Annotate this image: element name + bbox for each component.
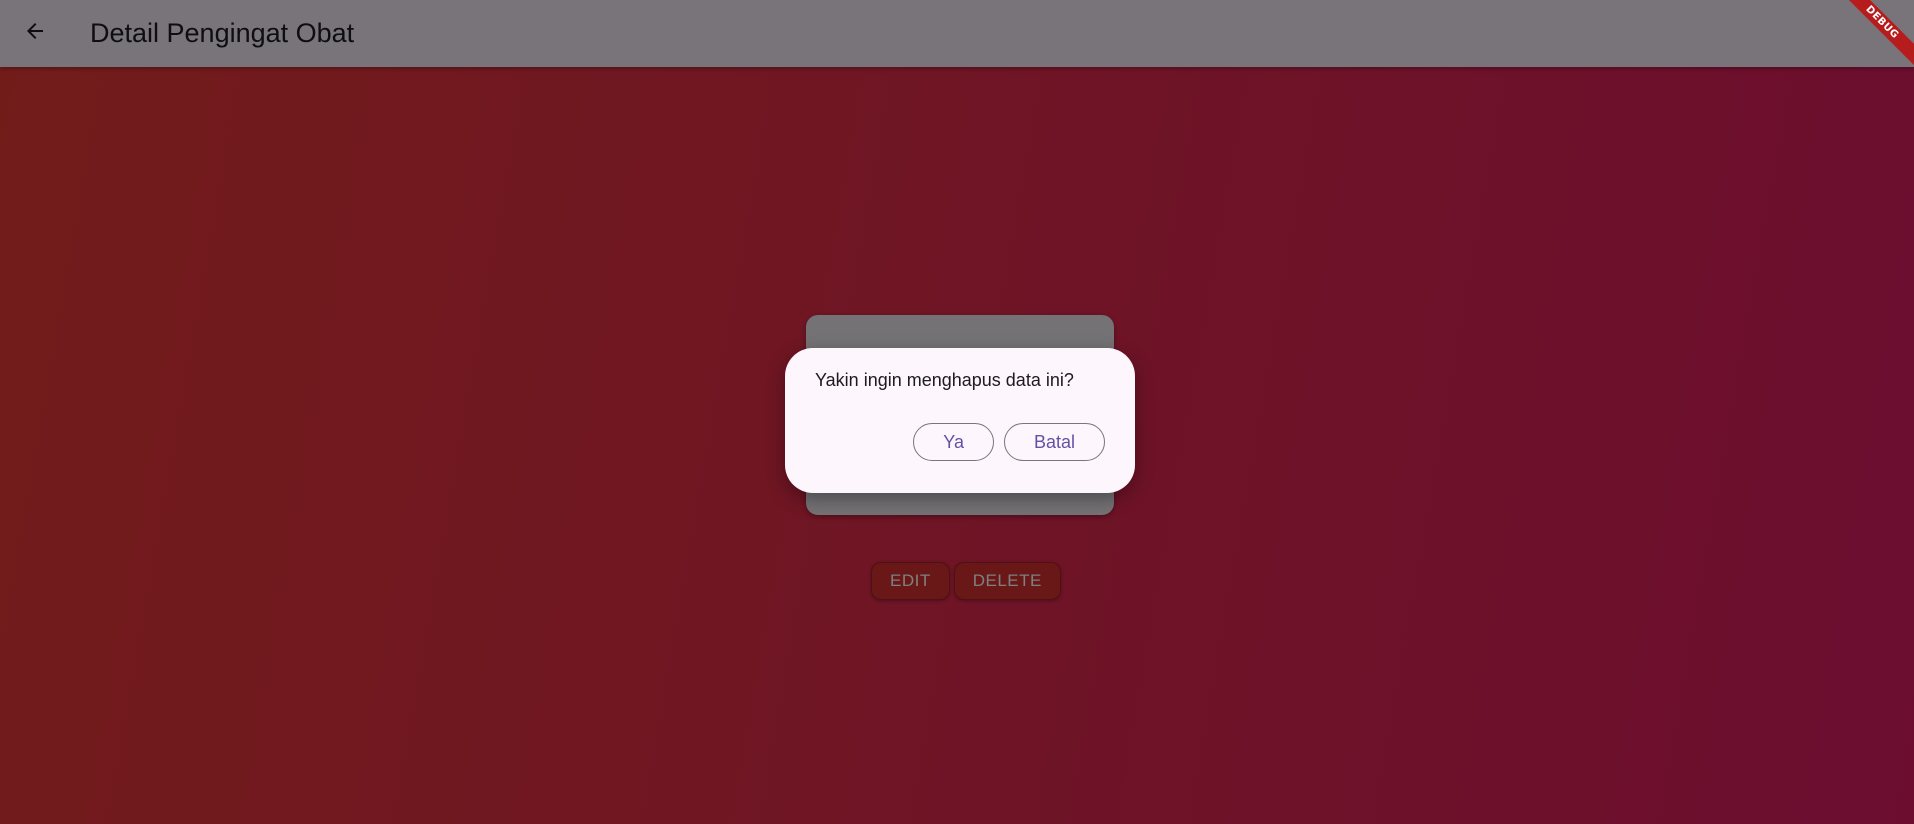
app-screen: Detail Pengingat Obat EDIT DELETE DEBUG … — [0, 0, 1914, 824]
confirm-button[interactable]: Ya — [913, 423, 994, 461]
dialog-actions: Ya Batal — [913, 423, 1105, 461]
cancel-button[interactable]: Batal — [1003, 423, 1105, 461]
confirm-delete-dialog: Yakin ingin menghapus data ini? Ya Batal — [785, 348, 1135, 493]
debug-label: DEBUG — [1844, 0, 1914, 70]
dialog-message: Yakin ingin menghapus data ini? — [815, 370, 1074, 390]
debug-banner: DEBUG — [1844, 0, 1914, 70]
